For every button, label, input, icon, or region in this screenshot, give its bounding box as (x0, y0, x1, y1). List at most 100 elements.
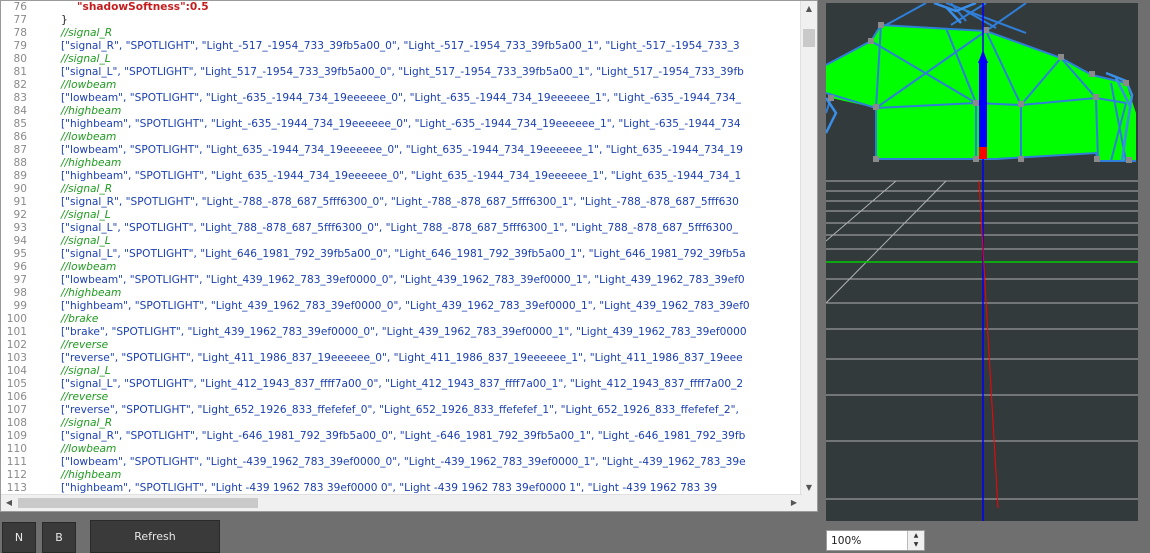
line-text[interactable]: //lowbeam (61, 131, 116, 144)
code-line[interactable]: 96 //lowbeam (1, 261, 802, 274)
line-text[interactable]: //lowbeam (61, 443, 116, 456)
code-line[interactable]: 89 ["highbeam", "SPOTLIGHT", "Light_635_-… (1, 170, 802, 183)
line-text[interactable]: //highbeam (61, 157, 121, 170)
zoom-stepper[interactable]: 100% ▲ ▼ (826, 530, 925, 551)
line-text[interactable]: //reverse (61, 339, 108, 352)
line-text[interactable]: //signal_L (61, 365, 111, 378)
line-text[interactable]: ["signal_L", "SPOTLIGHT", "Light_646_198… (61, 248, 746, 261)
line-text[interactable]: //signal_R (61, 183, 112, 196)
code-line[interactable]: 103 ["reverse", "SPOTLIGHT", "Light_411_1… (1, 352, 802, 365)
code-line[interactable]: 88 //highbeam (1, 157, 802, 170)
code-line[interactable]: 100 //brake (1, 313, 802, 326)
line-number: 78 (13, 27, 27, 39)
code-line[interactable]: 78 //signal_R (1, 27, 802, 40)
line-text[interactable]: ["highbeam", "SPOTLIGHT", "Light_439_196… (61, 300, 750, 313)
line-text[interactable]: ["brake", "SPOTLIGHT", "Light_439_1962_7… (61, 326, 747, 339)
b-button[interactable]: B (42, 522, 76, 553)
code-line[interactable]: 98 //highbeam (1, 287, 802, 300)
vertical-scrollbar[interactable]: ▲ ▼ (800, 1, 817, 496)
line-text[interactable]: //signal_L (61, 209, 111, 222)
line-number: 99 (13, 300, 27, 312)
code-line[interactable]: 77} (1, 14, 802, 27)
code-line[interactable]: 83 ["lowbeam", "SPOTLIGHT", "Light_-635_-… (1, 92, 802, 105)
n-button[interactable]: N (2, 522, 36, 553)
line-text[interactable]: } (61, 14, 68, 27)
line-text[interactable]: "shadowSoftness":0.5 (77, 1, 209, 14)
line-text[interactable]: //highbeam (61, 105, 121, 118)
code-line[interactable]: 85 ["highbeam", "SPOTLIGHT", "Light_-635_… (1, 118, 802, 131)
line-text[interactable]: ["signal_R", "SPOTLIGHT", "Light_-788_-8… (61, 196, 739, 209)
zoom-down-arrow-icon[interactable]: ▼ (908, 540, 924, 549)
code-line[interactable]: 92 //signal_L (1, 209, 802, 222)
refresh-button[interactable]: Refresh (90, 520, 220, 553)
code-line[interactable]: 105 ["signal_L", "SPOTLIGHT", "Light_412_… (1, 378, 802, 391)
line-text[interactable]: ["reverse", "SPOTLIGHT", "Light_411_1986… (61, 352, 743, 365)
code-line[interactable]: 93 ["signal_L", "SPOTLIGHT", "Light_788_-… (1, 222, 802, 235)
line-text[interactable]: //signal_R (61, 417, 112, 430)
line-text[interactable]: ["highbeam", "SPOTLIGHT", "Light_-635_-1… (61, 118, 741, 131)
line-text[interactable]: ["signal_L", "SPOTLIGHT", "Light_517_-19… (61, 66, 744, 79)
code-line[interactable]: 99 ["highbeam", "SPOTLIGHT", "Light_439_1… (1, 300, 802, 313)
horizontal-scroll-thumb[interactable] (18, 498, 258, 508)
line-text[interactable]: ["lowbeam", "SPOTLIGHT", "Light_-635_-19… (61, 92, 741, 105)
line-text[interactable]: ["lowbeam", "SPOTLIGHT", "Light_439_1962… (61, 274, 745, 287)
zoom-up-arrow-icon[interactable]: ▲ (908, 531, 924, 540)
code-line[interactable]: 104 //signal_L (1, 365, 802, 378)
horizontal-scrollbar[interactable]: ◀ ▶ (1, 494, 802, 511)
code-line[interactable]: 109 ["signal_R", "SPOTLIGHT", "Light_-646… (1, 430, 802, 443)
line-text[interactable]: ["signal_L", "SPOTLIGHT", "Light_412_194… (61, 378, 743, 391)
scroll-left-arrow-icon[interactable]: ◀ (1, 495, 17, 511)
line-text[interactable]: //highbeam (61, 469, 121, 482)
code-line[interactable]: 101 ["brake", "SPOTLIGHT", "Light_439_196… (1, 326, 802, 339)
code-line[interactable]: 107 ["reverse", "SPOTLIGHT", "Light_652_1… (1, 404, 802, 417)
zoom-spin-buttons[interactable]: ▲ ▼ (907, 531, 924, 550)
line-number: 85 (13, 118, 27, 130)
line-number: 90 (13, 183, 27, 195)
code-line[interactable]: 86 //lowbeam (1, 131, 802, 144)
line-text[interactable]: //lowbeam (61, 261, 116, 274)
scroll-down-arrow-icon[interactable]: ▼ (801, 480, 817, 496)
line-text[interactable]: //brake (61, 313, 98, 326)
line-text[interactable]: ["signal_R", "SPOTLIGHT", "Light_-646_19… (61, 430, 745, 443)
code-line[interactable]: 95 ["signal_L", "SPOTLIGHT", "Light_646_1… (1, 248, 802, 261)
code-editor[interactable]: 76 "shadowSoftness":0.5 77} 78//signal_R 79[… (0, 0, 818, 512)
code-lines[interactable]: 76 "shadowSoftness":0.5 77} 78//signal_R 79[… (1, 1, 802, 496)
code-line[interactable]: 81 ["signal_L", "SPOTLIGHT", "Light_517_-… (1, 66, 802, 79)
code-line[interactable]: 112 //highbeam (1, 469, 802, 482)
line-text[interactable]: ["lowbeam", "SPOTLIGHT", "Light_635_-194… (61, 144, 743, 157)
line-number: 92 (13, 209, 27, 221)
code-line[interactable]: 79 ["signal_R", "SPOTLIGHT", "Light_-517_… (1, 40, 802, 53)
code-line[interactable]: 90 //signal_R (1, 183, 802, 196)
3d-viewport[interactable] (826, 3, 1138, 521)
line-text[interactable]: //signal_R (61, 27, 112, 40)
line-text[interactable]: ["signal_L", "SPOTLIGHT", "Light_788_-87… (61, 222, 738, 235)
code-line[interactable]: 91 ["signal_R", "SPOTLIGHT", "Light_-788_… (1, 196, 802, 209)
line-text[interactable]: //reverse (61, 391, 108, 404)
code-line[interactable]: 97 ["lowbeam", "SPOTLIGHT", "Light_439_19… (1, 274, 802, 287)
code-line[interactable]: 80 //signal_L (1, 53, 802, 66)
code-line[interactable]: 76 "shadowSoftness":0.5 (1, 1, 802, 14)
code-line[interactable]: 84 //highbeam (1, 105, 802, 118)
line-text[interactable]: ["reverse", "SPOTLIGHT", "Light_652_1926… (61, 404, 739, 417)
line-text[interactable]: ["signal_R", "SPOTLIGHT", "Light_-517_-1… (61, 40, 740, 53)
zoom-value[interactable]: 100% (831, 535, 861, 547)
line-text[interactable]: ["lowbeam", "SPOTLIGHT", "Light_-439_196… (61, 456, 746, 469)
scroll-up-arrow-icon[interactable]: ▲ (801, 1, 817, 17)
code-line[interactable]: 102 //reverse (1, 339, 802, 352)
code-line[interactable]: 87 ["lowbeam", "SPOTLIGHT", "Light_635_-1… (1, 144, 802, 157)
code-line[interactable]: 94 //signal_L (1, 235, 802, 248)
code-line[interactable]: 108 //signal_R (1, 417, 802, 430)
code-line[interactable]: 106 //reverse (1, 391, 802, 404)
line-text[interactable]: //lowbeam (61, 79, 116, 92)
line-text[interactable]: //highbeam (61, 287, 121, 300)
line-number: 97 (13, 274, 27, 286)
line-text[interactable]: //signal_L (61, 235, 111, 248)
scroll-right-arrow-icon[interactable]: ▶ (786, 495, 802, 511)
vertical-scroll-thumb[interactable] (803, 29, 815, 47)
code-line[interactable]: 111 ["lowbeam", "SPOTLIGHT", "Light_-439_… (1, 456, 802, 469)
line-number: 83 (13, 92, 27, 104)
code-line[interactable]: 110 //lowbeam (1, 443, 802, 456)
code-line[interactable]: 82 //lowbeam (1, 79, 802, 92)
line-text[interactable]: ["highbeam", "SPOTLIGHT", "Light_635_-19… (61, 170, 741, 183)
line-text[interactable]: //signal_L (61, 53, 111, 66)
